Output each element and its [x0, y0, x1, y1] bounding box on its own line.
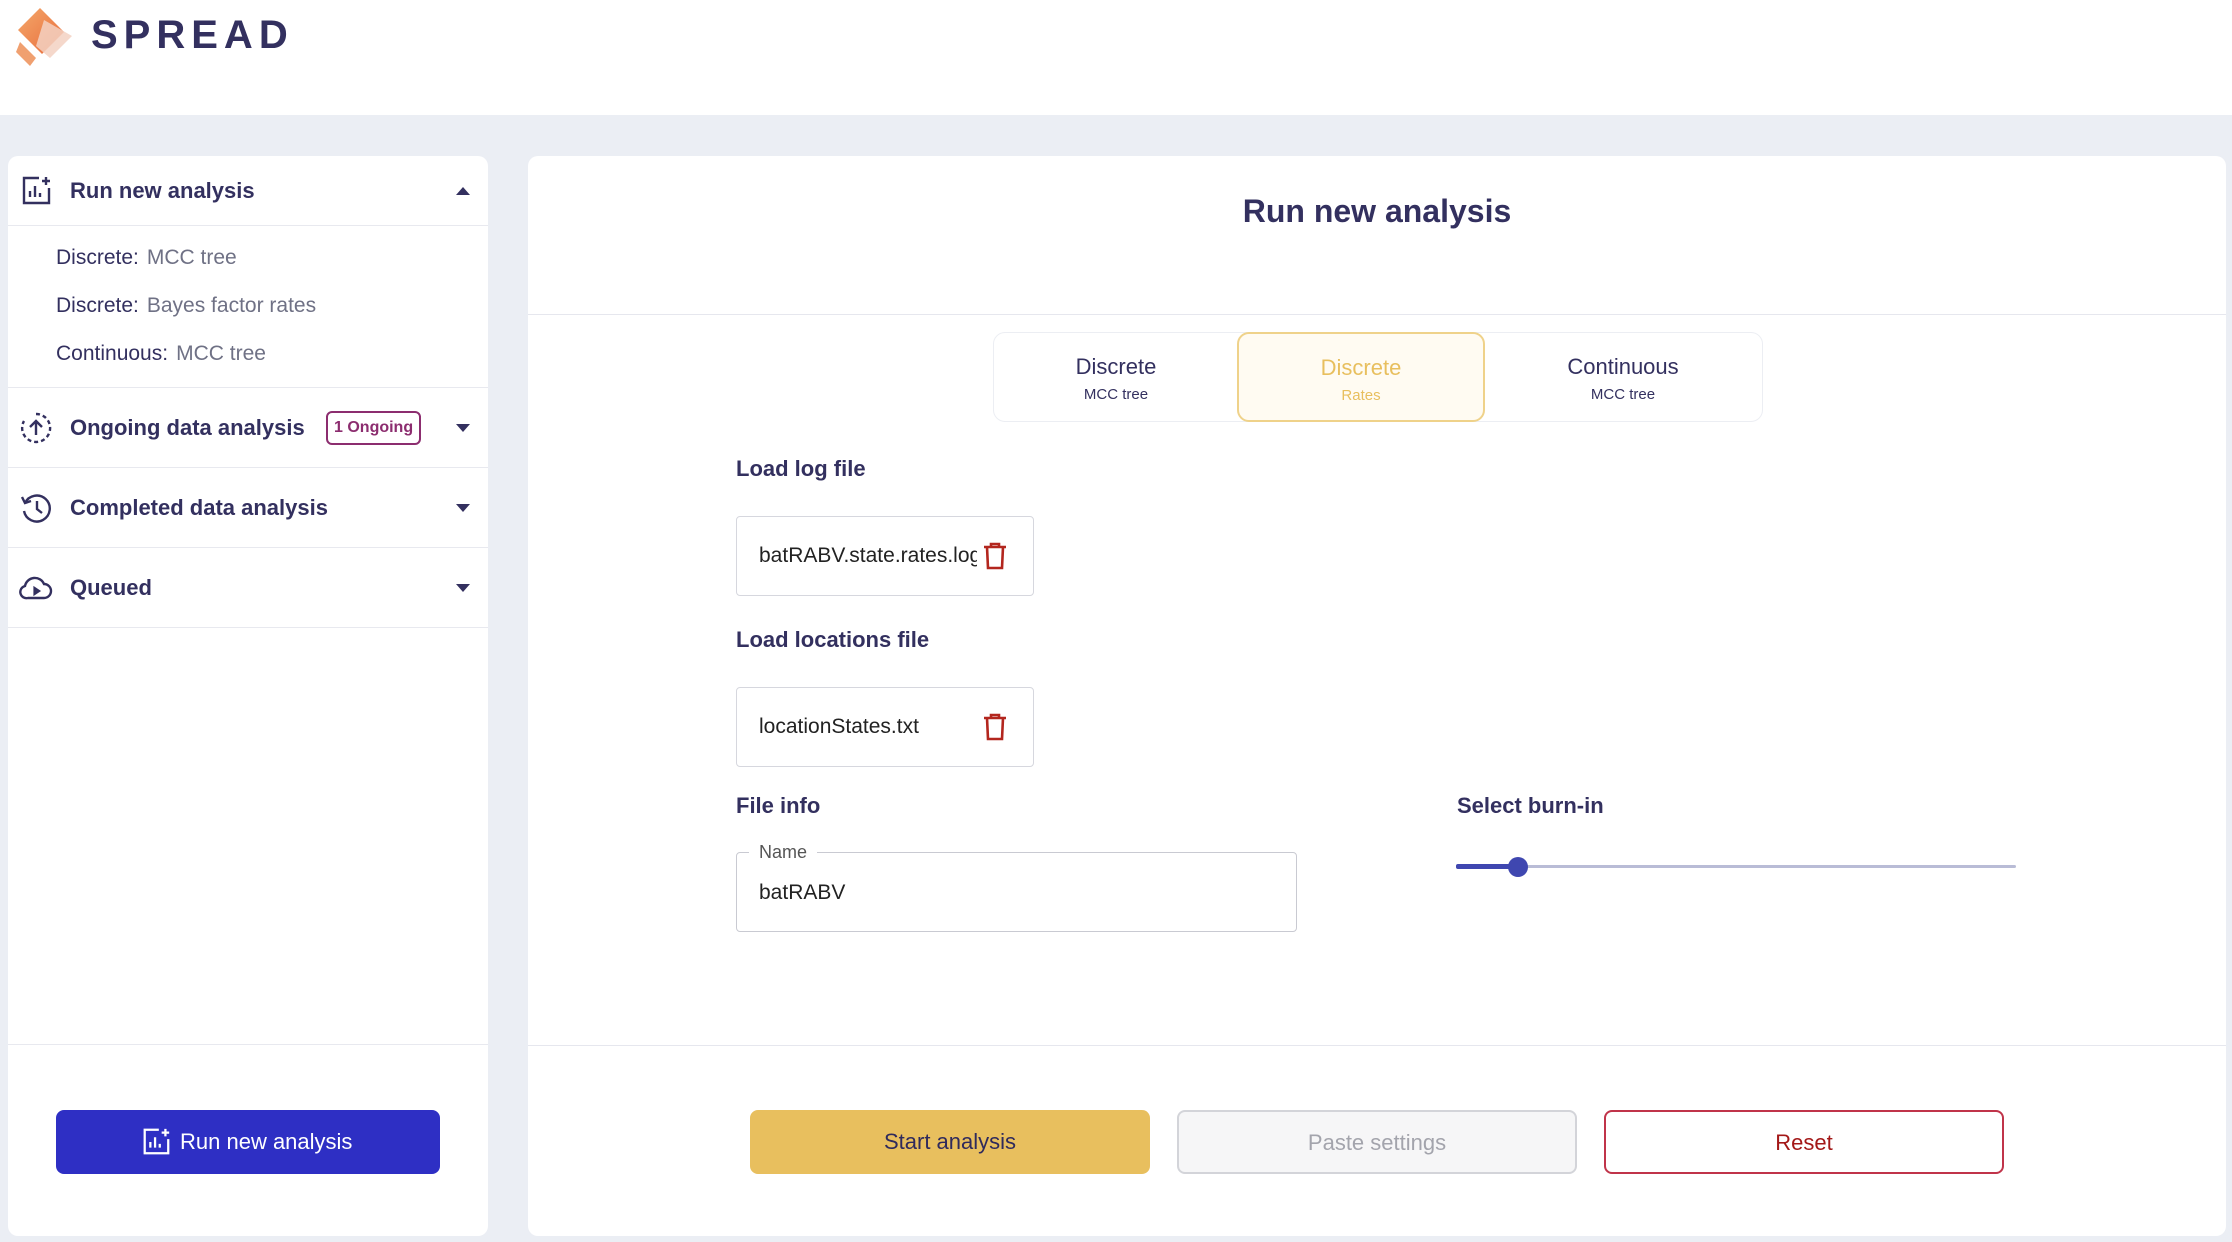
- main-panel: Run new analysis Discrete MCC tree Discr…: [528, 156, 2226, 1236]
- sidebar-section-queued[interactable]: Queued: [8, 548, 488, 628]
- start-analysis-button[interactable]: Start analysis: [750, 1110, 1150, 1174]
- sidebar-item-discrete-mcc[interactable]: Discrete: MCC tree: [56, 243, 237, 273]
- tab-label: Discrete: [1320, 355, 1402, 380]
- tab-discrete-rates[interactable]: Discrete Rates: [1237, 332, 1485, 422]
- sidebar-title: Ongoing data analysis: [70, 415, 305, 440]
- sidebar: Run new analysis Discrete: MCC tree Discr…: [8, 156, 488, 1236]
- locations-file-name: locationStates.txt: [759, 715, 919, 738]
- tab-label: Continuous: [1567, 354, 1679, 379]
- upload-progress-icon: [20, 412, 52, 444]
- page-title: Run new analysis: [1242, 193, 1512, 229]
- sidebar-section-run: Run new analysis Discrete: MCC tree Discr…: [8, 156, 488, 388]
- name-input[interactable]: [759, 875, 1259, 911]
- sidebar-header-completed[interactable]: Completed data analysis: [8, 473, 488, 543]
- locations-file-label: Load locations file: [736, 627, 930, 652]
- top-bar: SPREAD: [0, 0, 2232, 115]
- cloud-play-icon: [19, 576, 53, 600]
- analysis-type-tabs: Discrete MCC tree Discrete Rates Continu…: [993, 332, 1763, 422]
- log-file-name: batRABV.state.rates.log: [759, 544, 977, 567]
- button-label: Run new analysis: [180, 1129, 353, 1154]
- header-divider: [528, 314, 2226, 315]
- brand-name: SPREAD: [91, 13, 294, 57]
- delete-icon[interactable]: [981, 541, 1009, 571]
- delete-icon[interactable]: [981, 712, 1009, 742]
- analytics-plus-icon: [143, 1128, 170, 1155]
- log-file-field[interactable]: batRABV.state.rates.log: [736, 516, 1034, 596]
- sidebar-header-queued[interactable]: Queued: [8, 553, 488, 623]
- chevron-down-icon: [456, 504, 470, 512]
- sidebar-section-completed[interactable]: Completed data analysis: [8, 468, 488, 548]
- sidebar-footer-divider: [8, 1044, 488, 1045]
- file-info-label: File info: [736, 793, 821, 818]
- tab-sublabel: Rates: [1341, 387, 1381, 404]
- sidebar-title: Queued: [70, 575, 152, 600]
- spread-logo-icon: [16, 8, 72, 66]
- chevron-up-icon: [456, 187, 470, 195]
- sidebar-item-discrete-bayes[interactable]: Discrete: Bayes factor rates: [56, 291, 316, 321]
- item-value: MCC tree: [176, 342, 266, 365]
- name-field-label: Name: [749, 840, 818, 864]
- tab-sublabel: MCC tree: [1590, 386, 1656, 403]
- sidebar-title: Completed data analysis: [70, 495, 328, 520]
- item-value: Bayes factor rates: [146, 294, 317, 317]
- slider-rail: [1456, 865, 2016, 868]
- burnin-label: Select burn-in: [1457, 793, 1604, 818]
- sidebar-section-ongoing[interactable]: Ongoing data analysis 1 Ongoing: [8, 388, 488, 468]
- locations-file-field[interactable]: locationStates.txt: [736, 687, 1034, 767]
- tab-sublabel: MCC tree: [1083, 386, 1149, 403]
- sidebar-header-ongoing[interactable]: Ongoing data analysis 1 Ongoing: [8, 393, 488, 463]
- burnin-slider[interactable]: [1456, 852, 2016, 882]
- item-kind: Discrete:: [56, 294, 139, 317]
- item-value: MCC tree: [146, 246, 237, 269]
- log-file-label: Load log file: [736, 456, 866, 481]
- slider-thumb[interactable]: [1508, 857, 1528, 877]
- history-icon: [20, 494, 51, 523]
- chevron-down-icon: [456, 584, 470, 592]
- ongoing-badge: 1 Ongoing: [326, 411, 422, 445]
- item-kind: Continuous:: [56, 342, 169, 365]
- tab-continuous-mcc[interactable]: Continuous MCC tree: [1484, 333, 1762, 423]
- footer-divider: [528, 1045, 2226, 1046]
- paste-settings-button[interactable]: Paste settings: [1177, 1110, 1577, 1174]
- analytics-plus-icon: [22, 176, 51, 205]
- run-new-analysis-button[interactable]: Run new analysis: [56, 1110, 440, 1174]
- reset-button[interactable]: Reset: [1604, 1110, 2004, 1174]
- tab-label: Discrete: [1075, 354, 1157, 379]
- sidebar-header-run[interactable]: Run new analysis: [8, 156, 488, 226]
- item-kind: Discrete:: [56, 246, 139, 269]
- tab-discrete-mcc[interactable]: Discrete MCC tree: [994, 333, 1238, 423]
- sidebar-title: Run new analysis: [70, 178, 255, 203]
- name-field[interactable]: Name: [736, 840, 1297, 932]
- sidebar-item-continuous-mcc[interactable]: Continuous: MCC tree: [56, 339, 266, 369]
- chevron-down-icon: [456, 424, 470, 432]
